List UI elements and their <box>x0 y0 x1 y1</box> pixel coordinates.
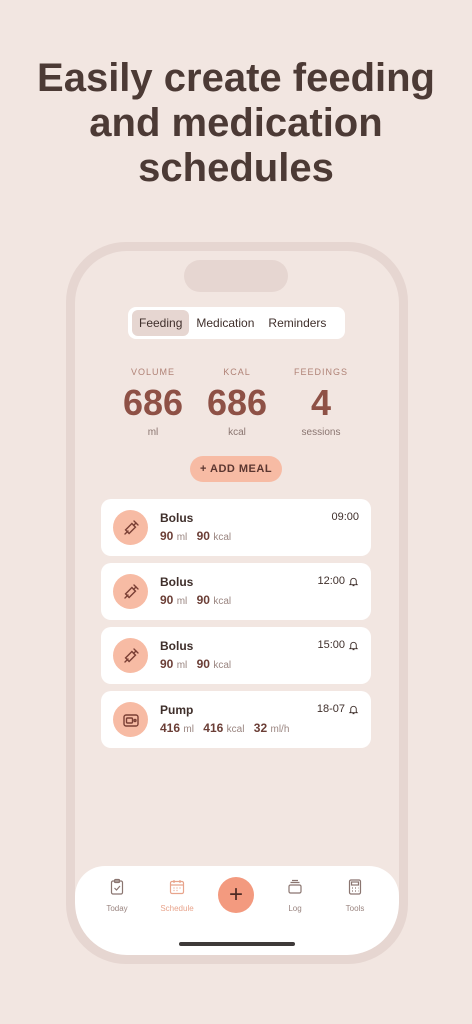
syringe-icon <box>113 638 148 673</box>
stat-value: 4 <box>310 382 332 423</box>
segment-reminders[interactable]: Reminders <box>261 310 333 336</box>
add-button[interactable]: + <box>218 877 254 913</box>
tab-schedule[interactable]: Schedule <box>152 878 202 913</box>
tab-bar: Today Schedule + Log Tools <box>75 866 399 955</box>
meal-details: 90 ml 90 kcal <box>160 593 237 607</box>
stat-label: KCAL <box>223 367 251 377</box>
segment-control: Feeding Medication Reminders <box>128 307 345 339</box>
tab-label: Today <box>106 904 128 913</box>
meal-rate: 32 <box>253 721 268 735</box>
stat-unit: kcal <box>228 427 246 438</box>
meal-time-text: 09:00 <box>331 511 359 523</box>
meal-list: Bolus 90 ml 90 kcal 09:00 Bolus 90 ml 90… <box>101 499 371 755</box>
bell-icon[interactable] <box>348 576 359 587</box>
segment-feeding[interactable]: Feeding <box>132 310 190 336</box>
meal-name: Bolus <box>160 511 194 525</box>
meal-time: 09:00 <box>331 511 359 523</box>
headline-line-2: and medication <box>89 101 383 145</box>
meal-time-text: 18-07 <box>316 703 345 715</box>
stat-label: FEEDINGS <box>293 367 348 377</box>
stat-unit: sessions <box>301 427 341 438</box>
meal-card[interactable]: Bolus 90 ml 90 kcal 12:00 <box>101 563 371 620</box>
meal-volume-unit: ml <box>183 724 194 735</box>
stack-icon <box>288 879 302 894</box>
calendar-icon <box>169 880 185 895</box>
meal-volume-unit: ml <box>176 596 188 607</box>
add-meal-button[interactable]: + ADD MEAL <box>190 456 282 482</box>
tab-tools[interactable]: Tools <box>330 878 380 913</box>
meal-kcal: 90 <box>196 529 210 543</box>
syringe-icon <box>113 510 148 545</box>
stat-value: 686 <box>206 382 268 423</box>
meal-card[interactable]: Bolus 90 ml 90 kcal 15:00 <box>101 627 371 684</box>
meal-rate-unit: ml/h <box>270 724 290 735</box>
meal-name: Bolus <box>160 575 194 589</box>
meal-volume: 90 <box>160 529 174 543</box>
tab-log[interactable]: Log <box>270 878 320 913</box>
meal-volume-unit: ml <box>176 532 188 543</box>
meal-details: 90 ml 90 kcal <box>160 657 237 671</box>
phone-frame: Feeding Medication Reminders VOLUME 686 … <box>66 242 408 964</box>
meal-card[interactable]: Bolus 90 ml 90 kcal 09:00 <box>101 499 371 556</box>
meal-time: 12:00 <box>317 575 359 587</box>
tab-today[interactable]: Today <box>92 878 142 913</box>
meal-kcal-unit: kcal <box>213 660 232 671</box>
tab-label: Log <box>288 904 302 913</box>
meal-card[interactable]: Pump 416 ml 416 kcal 32 ml/h 18-07 <box>101 691 371 748</box>
pump-icon <box>113 702 148 737</box>
stat-label: VOLUME <box>130 367 175 377</box>
syringe-icon <box>113 574 148 609</box>
meal-kcal-unit: kcal <box>213 596 232 607</box>
meal-kcal: 90 <box>196 657 210 671</box>
meal-kcal: 416 <box>203 721 224 735</box>
headline-line-1: Easily create feeding <box>37 56 435 100</box>
meal-kcal-unit: kcal <box>226 724 245 735</box>
meal-details: 90 ml 90 kcal <box>160 529 237 543</box>
headline-line-3: schedules <box>138 146 334 190</box>
dynamic-island <box>184 260 288 292</box>
meal-name: Bolus <box>160 639 194 653</box>
meal-kcal: 90 <box>196 593 210 607</box>
meal-time-text: 15:00 <box>317 639 345 651</box>
stat-unit: ml <box>147 427 159 438</box>
meal-time: 15:00 <box>317 639 359 651</box>
bell-icon[interactable] <box>348 704 359 715</box>
stat-kcal: KCAL 686 kcal <box>195 367 279 438</box>
clipboard-check-icon <box>110 878 124 895</box>
phone-screen: Feeding Medication Reminders VOLUME 686 … <box>75 251 399 955</box>
tab-label: Tools <box>345 904 365 913</box>
meal-volume: 90 <box>160 593 174 607</box>
meal-details: 416 ml 416 kcal 32 ml/h <box>160 721 295 735</box>
meal-name: Pump <box>160 703 194 717</box>
stat-feedings: FEEDINGS 4 sessions <box>279 367 363 438</box>
calculator-icon <box>348 879 362 895</box>
meal-volume-unit: ml <box>176 660 188 671</box>
home-indicator <box>179 942 295 946</box>
meal-time-text: 12:00 <box>317 575 345 587</box>
meal-volume: 416 <box>160 721 181 735</box>
meal-volume: 90 <box>160 657 174 671</box>
stat-value: 686 <box>122 382 184 423</box>
meal-time: 18-07 <box>317 703 359 715</box>
stat-volume: VOLUME 686 ml <box>111 367 195 438</box>
tab-label: Schedule <box>160 904 194 913</box>
segment-medication[interactable]: Medication <box>189 310 261 336</box>
headline: Easily create feeding and medication sch… <box>0 56 472 191</box>
bell-icon[interactable] <box>348 640 359 651</box>
stats-row: VOLUME 686 ml KCAL 686 kcal FEEDINGS 4 s… <box>111 367 363 438</box>
meal-kcal-unit: kcal <box>213 532 232 543</box>
